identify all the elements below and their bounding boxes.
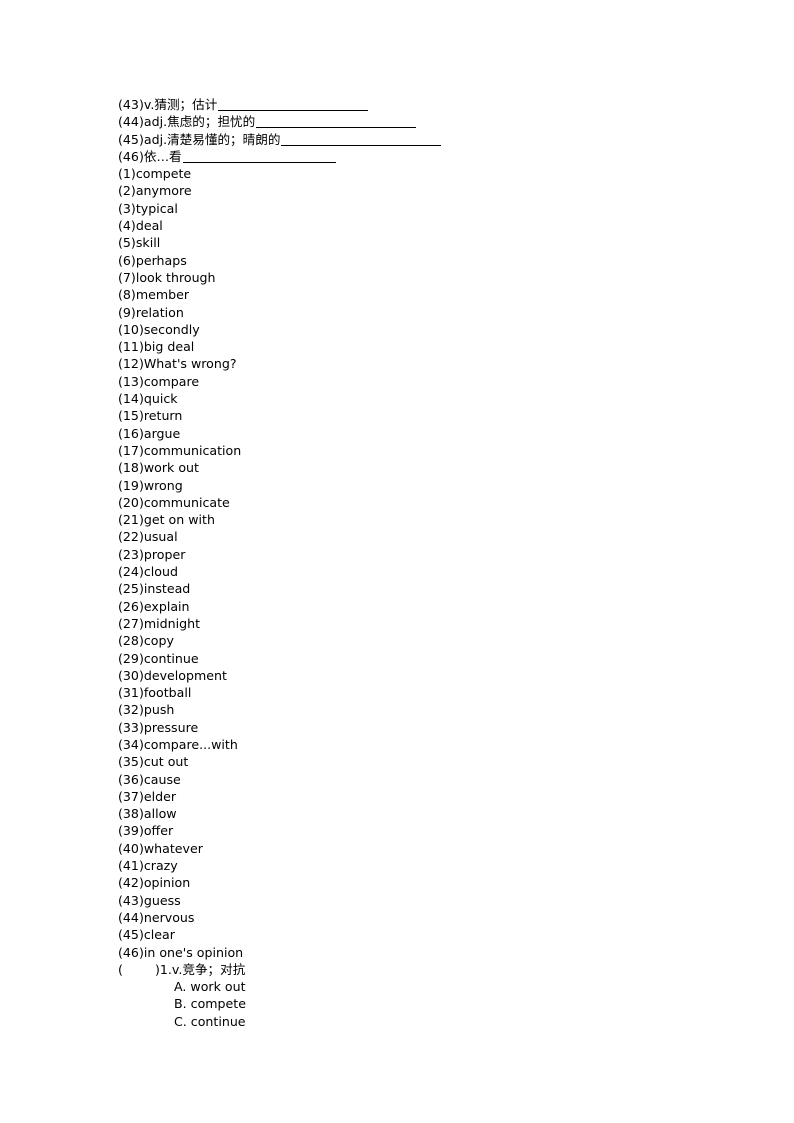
word-list-item: (14)quick [118, 391, 178, 407]
fill-in-blank-number: (43) [118, 97, 144, 112]
question-stem[interactable]: ( )1.v.竞争；对抗 [118, 961, 718, 978]
document-content: (43)v.猜测；估计 (44)adj.焦虑的；担忧的 (45)adj.清楚易懂… [118, 96, 718, 1030]
word-list-item: (41)crazy [118, 858, 178, 874]
word-list-item: (18)work out [118, 460, 199, 476]
word-list-item: (42)opinion [118, 875, 191, 891]
word-list-item: (39)offer [118, 823, 174, 839]
word-list-section: (1)compete (2)anymore (3)typical (4)deal… [118, 165, 718, 961]
word-list-item: (32)push [118, 702, 175, 718]
option-b[interactable]: B. compete [118, 995, 718, 1012]
word-list-item: (27)midnight [118, 615, 201, 631]
fill-in-blank-item: (45)adj.清楚易懂的；晴朗的 [118, 131, 718, 148]
fill-in-blank-prompt: 猜测；估计 [154, 97, 218, 112]
fill-in-blank-pos: v. [143, 97, 155, 112]
fill-in-blank-prompt: 依…看 [143, 148, 182, 164]
word-list-item: (25)instead [118, 581, 191, 597]
word-list-item: (2)anymore [118, 183, 192, 199]
option-c[interactable]: C. continue [118, 1013, 718, 1030]
fill-in-blank-number: (45) [118, 131, 144, 147]
word-list-item: (19)wrong [118, 477, 183, 493]
fill-in-blank-number: (46) [118, 148, 144, 164]
word-list-item: (6)perhaps [118, 252, 187, 268]
word-list-item: (8)member [118, 287, 190, 303]
fill-in-blank-section: (43)v.猜测；估计 (44)adj.焦虑的；担忧的 (45)adj.清楚易懂… [118, 96, 718, 165]
word-list-item: (23)proper [118, 546, 186, 562]
option-a[interactable]: A. work out [118, 978, 718, 995]
word-list-item: (26)explain [118, 598, 190, 614]
word-list-item: (43)guess [118, 892, 181, 908]
word-list-item: (36)cause [118, 771, 181, 787]
fill-in-blank-pos: adj. [143, 114, 168, 130]
answer-blank[interactable] [218, 99, 369, 111]
answer-blank[interactable] [256, 116, 417, 129]
word-list-item: (37)elder [118, 788, 177, 804]
word-list-item: (1)compete [118, 166, 192, 182]
word-list-item: (44)nervous [118, 909, 195, 925]
word-list-item: (10)secondly [118, 321, 200, 337]
document-page: (43)v.猜测；估计 (44)adj.焦虑的；担忧的 (45)adj.清楚易懂… [0, 0, 794, 1123]
word-list-item: (3)typical [118, 200, 178, 216]
fill-in-blank-item: (43)v.猜测；估计 [118, 96, 718, 113]
word-list-item: (4)deal [118, 218, 163, 234]
word-list-item: (16)argue [118, 425, 181, 441]
fill-in-blank-pos: adj. [143, 131, 168, 147]
word-list-item: (35)cut out [118, 754, 189, 770]
multiple-choice-question: ( )1.v.竞争；对抗 A. work out B. compete C. c… [118, 961, 718, 1030]
word-list-item: (13)compare [118, 373, 200, 389]
word-list-item: (15)return [118, 408, 183, 424]
word-list-item: (22)usual [118, 529, 178, 545]
word-list-item: (24)cloud [118, 564, 178, 580]
word-list-item: (11)big deal [118, 339, 195, 355]
word-list-item: (30)development [118, 667, 227, 683]
word-list-item: (17)communication [118, 442, 242, 458]
word-list-item: (31)football [118, 685, 192, 701]
word-list-item: (28)copy [118, 633, 174, 649]
answer-blank[interactable] [281, 134, 442, 146]
word-list-item: (5)skill [118, 235, 161, 251]
word-list-item: (9)relation [118, 304, 184, 320]
word-list-item: (29)continue [118, 650, 199, 666]
fill-in-blank-prompt: 清楚易懂的；晴朗的 [167, 131, 281, 147]
fill-in-blank-item: (44)adj.焦虑的；担忧的 [118, 113, 718, 130]
fill-in-blank-number: (44) [118, 114, 144, 130]
word-list-item: (34)compare...with [118, 736, 238, 752]
word-list-item: (20)communicate [118, 494, 230, 510]
word-list-item: (12)What's wrong? [118, 356, 237, 372]
word-list-item: (40)whatever [118, 840, 203, 856]
fill-in-blank-item: (46)依…看 [118, 148, 718, 165]
word-list-item: (46)in one's opinion [118, 944, 244, 960]
answer-blank[interactable] [182, 151, 336, 163]
word-list-item: (33)pressure [118, 719, 199, 735]
fill-in-blank-prompt: 焦虑的；担忧的 [167, 114, 256, 130]
word-list-item: (21)get on with [118, 512, 215, 528]
word-list-item: (38)allow [118, 806, 177, 822]
word-list-item: (7)look through [118, 269, 216, 285]
word-list-item: (45)clear [118, 927, 175, 943]
